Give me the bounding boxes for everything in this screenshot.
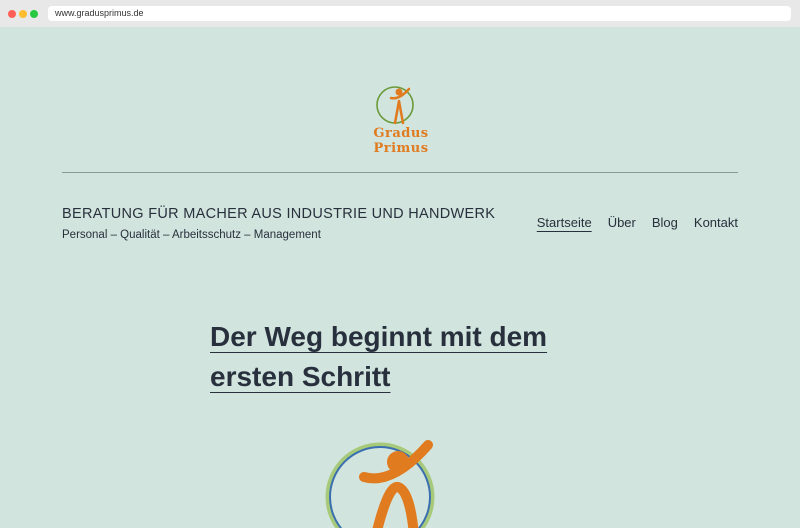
nav-item-blog[interactable]: Blog: [652, 215, 678, 230]
primary-navigation: Startseite Über Blog Kontakt: [537, 215, 738, 230]
hero-logo: [318, 435, 444, 528]
nav-item-kontakt[interactable]: Kontakt: [694, 215, 738, 230]
window-close-button[interactable]: [8, 10, 16, 18]
header-divider: [62, 172, 738, 173]
gradus-primus-figure-icon: [325, 440, 435, 528]
window-minimize-button[interactable]: [19, 10, 27, 18]
nav-item-ueber[interactable]: Über: [608, 215, 636, 230]
site-logo[interactable]: Gradus Primus: [345, 83, 457, 156]
page-content: Gradus Primus BERATUNG FÜR MACHER AUS IN…: [0, 27, 800, 528]
gradus-primus-logo-icon: [376, 86, 414, 125]
browser-chrome: www.gradusprimus.de: [0, 0, 800, 27]
logo-wordmark: Gradus Primus: [373, 126, 429, 156]
address-bar[interactable]: www.gradusprimus.de: [48, 6, 791, 21]
site-tagline: Personal – Qualität – Arbeitsschutz – Ma…: [62, 229, 321, 241]
headline-link-text[interactable]: Der Weg beginnt mit dem ersten Schritt: [210, 321, 547, 392]
page-headline[interactable]: Der Weg beginnt mit dem ersten Schritt: [210, 317, 570, 397]
nav-item-startseite[interactable]: Startseite: [537, 215, 592, 230]
site-title[interactable]: BERATUNG FÜR MACHER AUS INDUSTRIE UND HA…: [62, 206, 495, 222]
window-maximize-button[interactable]: [30, 10, 38, 18]
